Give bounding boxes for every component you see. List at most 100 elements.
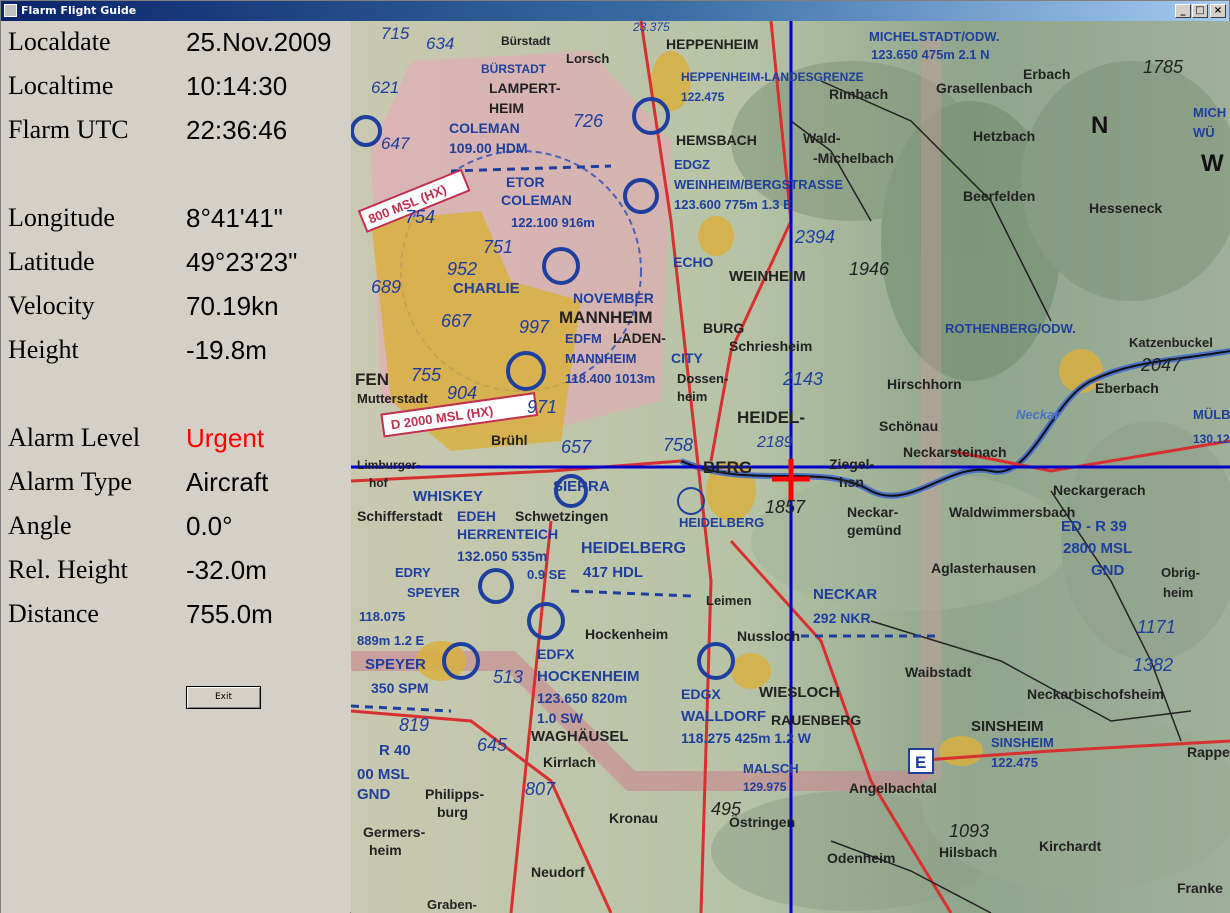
svg-text:657: 657	[561, 437, 592, 457]
row-height: Height -19.8m	[1, 335, 350, 375]
map-label: 292 NKR	[813, 610, 871, 626]
angle-value: 0.0°	[186, 511, 233, 541]
map-label: Neckarsteinach	[903, 444, 1007, 460]
close-button[interactable]: ×	[1210, 4, 1226, 18]
map-label: 122.100 916m	[511, 215, 595, 230]
map-label: GND	[1091, 562, 1125, 579]
map-label: gemünd	[847, 522, 901, 538]
distance-label: Distance	[8, 599, 99, 628]
map-label: HOCKENHEIM	[537, 668, 640, 685]
svg-text:1857: 1857	[765, 497, 806, 517]
map-label: WEINHEIM/BERGSTRASSE	[674, 177, 843, 192]
map-label: FEN	[355, 370, 389, 389]
map-label: N	[1091, 112, 1108, 139]
svg-text:647: 647	[381, 134, 410, 153]
map-label: HEIDEL-	[737, 408, 805, 427]
map-label: MANNHEIM	[559, 308, 653, 327]
map-label: HEPPENHEIM-LANDESGRENZE	[681, 70, 864, 84]
map-label: SINSHEIM	[991, 735, 1054, 750]
map-label: COLEMAN	[501, 192, 572, 208]
map-label: Aglasterhausen	[931, 560, 1036, 576]
map-label: Neckar-	[847, 504, 899, 520]
map-label: WEINHEIM	[729, 268, 806, 285]
latitude-value: 49°23'23"	[186, 247, 298, 277]
map-label: Angelbachtal	[849, 780, 937, 796]
map-label: Hetzbach	[973, 128, 1035, 144]
map-label: Schwetzingen	[515, 508, 608, 524]
title-bar[interactable]: Flarm Flight Guide _ □ ×	[1, 1, 1229, 21]
map-label: MANNHEIM	[565, 351, 637, 366]
svg-text:23.375: 23.375	[632, 21, 670, 34]
map-label: Graben-	[427, 897, 477, 912]
row-utc: Flarm UTC 22:36:46	[1, 115, 350, 155]
utc-label: Flarm UTC	[8, 115, 129, 144]
svg-text:751: 751	[483, 237, 513, 257]
map-label: EDGX	[681, 686, 721, 702]
svg-text:904: 904	[447, 383, 477, 403]
map-label: 350 SPM	[371, 680, 429, 696]
map-label: Rimbach	[829, 86, 888, 102]
map-label: HEPPENHEIM	[666, 36, 759, 52]
map-label: SPEYER	[365, 656, 426, 673]
map-label: Neckarbischofsheim	[1027, 686, 1164, 702]
svg-text:758: 758	[663, 435, 693, 455]
map-label: BERG	[703, 458, 752, 477]
row-velocity: Velocity 70.19kn	[1, 291, 350, 331]
map-label: RAUENBERG	[771, 712, 861, 728]
map-label: EDFX	[537, 646, 575, 662]
map-label: 118.075	[359, 609, 405, 624]
svg-text:634: 634	[426, 34, 454, 53]
app-icon	[4, 4, 17, 17]
map-label: WHISKEY	[413, 488, 483, 505]
svg-text:2047: 2047	[1140, 355, 1182, 375]
map-label: 109.00 HDM	[449, 140, 528, 156]
map-label: Neckargerach	[1053, 482, 1146, 498]
map-label: MICH	[1193, 105, 1226, 120]
map-label: ETOR	[506, 174, 545, 190]
svg-text:2189: 2189	[756, 434, 793, 451]
svg-text:1785: 1785	[1143, 57, 1184, 77]
svg-text:2143: 2143	[782, 369, 823, 389]
map-label: WAGHÄUSEL	[531, 728, 629, 745]
map-label: -Michelbach	[813, 150, 894, 166]
map-label: HERRENTEICH	[457, 526, 558, 542]
svg-text:1382: 1382	[1133, 655, 1173, 675]
svg-text:726: 726	[573, 111, 604, 131]
map-label: Schönau	[879, 418, 938, 434]
map-label: 123.650 475m 2.1 N	[871, 47, 990, 62]
map-label: 122.475	[681, 90, 725, 104]
maximize-button[interactable]: □	[1192, 4, 1208, 18]
localtime-value: 10:14:30	[186, 71, 288, 101]
svg-text:754: 754	[405, 207, 435, 227]
row-alarm-level: Alarm Level Urgent	[1, 423, 350, 463]
map-label: EDFM	[565, 331, 602, 346]
map-label: HEIDELBERG	[679, 515, 764, 530]
minimize-button[interactable]: _	[1175, 4, 1191, 18]
map-label: WIESLOCH	[759, 684, 840, 701]
map-label: LADEN-	[613, 330, 666, 346]
map-label: MICHELSTADT/ODW.	[869, 29, 999, 44]
svg-text:667: 667	[441, 311, 472, 331]
utc-value: 22:36:46	[186, 115, 288, 145]
row-localtime: Localtime 10:14:30	[1, 71, 350, 111]
distance-value: 755.0m	[186, 599, 273, 629]
map-label: Neudorf	[531, 864, 585, 880]
row-longitude: Longitude 8°41'41"	[1, 203, 350, 243]
window-title: Flarm Flight Guide	[21, 4, 137, 17]
map-label: 118.400 1013m	[565, 371, 655, 386]
map-label: 889m 1.2 E	[357, 633, 425, 648]
svg-text:689: 689	[371, 277, 401, 297]
exit-button[interactable]: Exit	[186, 686, 261, 709]
map-label: Lorsch	[566, 51, 609, 66]
map-label: 132.050 535m	[457, 548, 547, 564]
svg-text:495: 495	[711, 799, 742, 819]
map-label: Franke	[1177, 880, 1223, 896]
map-label: ECHO	[673, 254, 714, 270]
map-label: ROTHENBERG/ODW.	[945, 321, 1076, 336]
map-label: NECKAR	[813, 586, 877, 603]
localdate-label: Localdate	[8, 27, 111, 56]
map-label: Hirschhorn	[887, 376, 962, 392]
longitude-label: Longitude	[8, 203, 115, 232]
aeronautical-map[interactable]: Bürstadt Lorsch BÜRSTADT LAMPERT- HEIM C…	[351, 21, 1230, 913]
svg-text:715: 715	[381, 24, 410, 43]
